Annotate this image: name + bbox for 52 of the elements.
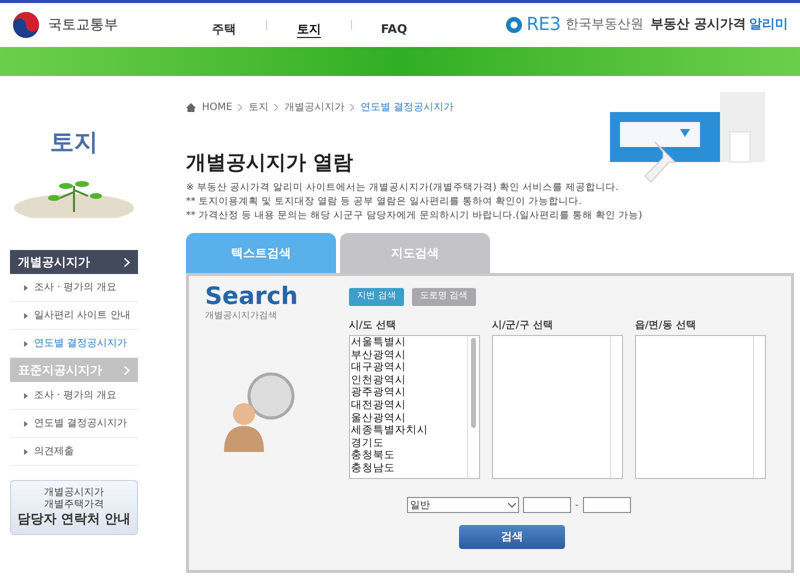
list-label: 시/도 선택: [349, 319, 398, 333]
sidebar-item[interactable]: 일사편리 사이트 안내: [10, 302, 138, 330]
sidebar-item[interactable]: 연도별 결정공시지가: [10, 410, 138, 438]
lot-sub-number-field[interactable]: [582, 497, 631, 513]
service-accent: 알리미: [749, 16, 788, 34]
breadcrumb-link[interactable]: 연도별 결정공시지가: [360, 100, 454, 115]
sidebar-item[interactable]: 조사 · 평가의 개요: [10, 274, 138, 302]
notice-text: ** 가격산정 등 내용 문의는 해당 시군구 담당자에게 문의하시기 바랍니다.(일사편리를 통해 확인 가능): [186, 209, 644, 223]
option-item[interactable]: 세종특별자치시: [351, 424, 467, 437]
home-icon: [186, 103, 196, 112]
search-logo: Search: [205, 284, 299, 308]
notice-text: ※ 부동산 공시가격 알리미 사이트에서는 개별공시지가(개별주택가격) 확인 서비스를 제공합니다.: [186, 181, 620, 195]
option-list[interactable]: [492, 335, 623, 479]
ministry-name: 국토교통부: [48, 16, 118, 34]
nav-link[interactable]: 토지: [267, 12, 351, 38]
option-list[interactable]: 서울특별시 부산광역시 대구광역시 인천광역시 광주광역시 대전광역시 울산광역시 세종특별자치시 경기도 충청북도 충청남도: [349, 335, 480, 479]
nav-link[interactable]: 주택: [182, 12, 266, 38]
option-item[interactable]: 인천광역시: [351, 374, 467, 386]
list-label: 읍/면/동 선택: [635, 319, 697, 333]
service-name: 부동산 공시가격: [650, 16, 746, 34]
option-list[interactable]: [635, 335, 766, 479]
notice-text: ** 토지이용계획 및 토지대장 열람 등 공부 열람은 일사편리를 통하여 확인이 가능합니다.: [186, 195, 583, 209]
agency-logo: RE3: [526, 16, 560, 34]
agency-name: 한국부동산원: [565, 16, 644, 34]
swirl-logo-icon: [505, 16, 524, 34]
option-item[interactable]: 대구광역시: [351, 361, 467, 374]
sidebar-title: 토지: [49, 127, 99, 158]
breadcrumb-link[interactable]: 토지: [248, 100, 268, 115]
option-item[interactable]: 충청북도: [351, 449, 467, 462]
sidebar-item[interactable]: 의견제출: [10, 438, 138, 466]
option-item[interactable]: 서울특별시: [351, 336, 467, 349]
search-subtitle: 개별공시지가검색: [205, 310, 278, 323]
option-item[interactable]: 울산광역시: [351, 412, 467, 424]
breadcrumb-link[interactable]: HOME: [202, 100, 232, 115]
option-item[interactable]: 부산광역시: [351, 348, 467, 362]
contact-info-button[interactable]: 개별공시지가 개별주택가격 담당자 연락처 안내: [10, 480, 138, 535]
lot-type-select[interactable]: 일반: [407, 497, 519, 513]
emblem-icon: [12, 11, 40, 39]
breadcrumb-link[interactable]: 개별공시지가: [284, 100, 344, 115]
chevron-down-icon: [508, 502, 516, 508]
sidebar-item[interactable]: 조사 · 평가의 개요: [10, 382, 138, 410]
search-button[interactable]: 검색: [459, 525, 565, 549]
number-separator: -: [575, 498, 579, 512]
option-item[interactable]: 대전광역시: [351, 398, 467, 412]
sidebar-section[interactable]: 개별공시지가: [10, 250, 138, 274]
option-item[interactable]: 충청남도: [351, 462, 467, 475]
list-label: 시/군/구 선택: [492, 319, 554, 333]
nav-link[interactable]: FAQ: [352, 12, 436, 38]
option-item[interactable]: 경기도: [351, 436, 467, 450]
option-item[interactable]: 광주광역시: [351, 386, 467, 399]
page-title: 개별공시지가 열람: [186, 149, 354, 176]
lot-main-number-field[interactable]: [523, 497, 571, 513]
